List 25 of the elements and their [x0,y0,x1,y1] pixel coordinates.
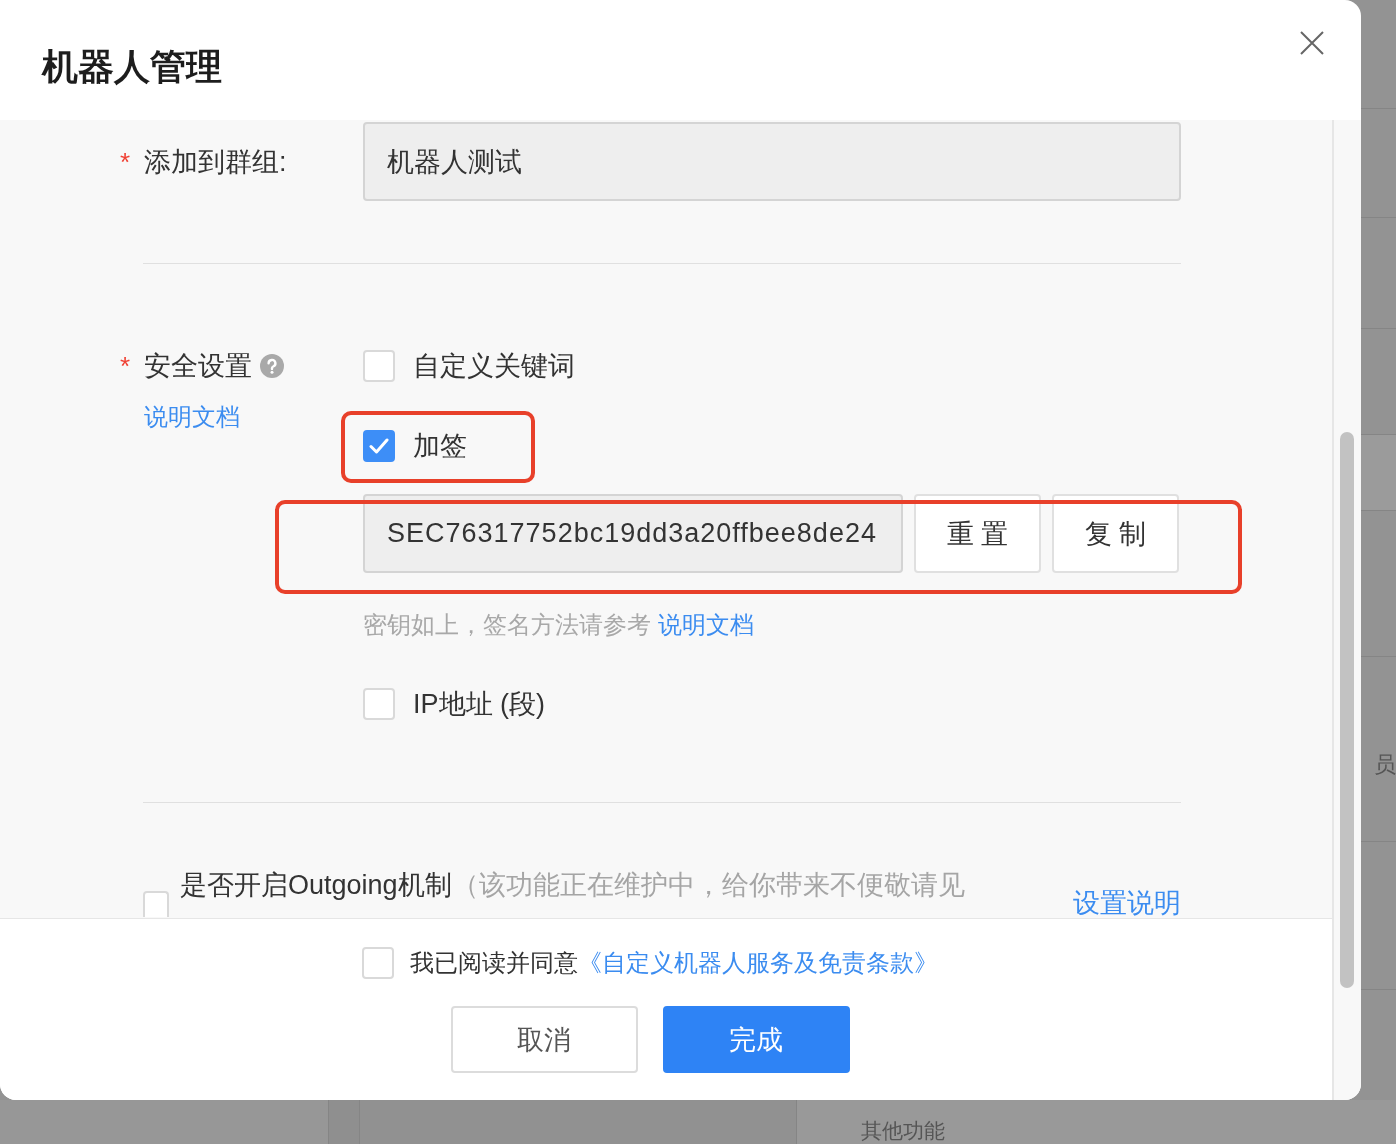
help-icon[interactable] [260,354,284,378]
secret-field[interactable]: SEC76317752bc19dd3a20ffbee8de24 [363,494,903,573]
background-text: 其他功能 [861,1119,945,1142]
required-mark: * [120,148,132,175]
close-icon[interactable] [1300,31,1324,55]
checkbox-label: IP地址 (段) [413,688,545,720]
maintenance-note: （该功能正在维护中，给你带来不便敬请见 [451,870,965,900]
group-field[interactable]: 机器人测试 [363,122,1181,201]
check-icon [369,438,389,454]
outgoing-label: 是否开启Outgoing机制 [180,870,452,900]
required-mark: * [120,353,132,379]
background-text: 员 [1373,751,1396,779]
field-label: 安全设置 [144,350,252,382]
checkbox-label: 自定义关键词 [413,350,575,382]
copy-button[interactable]: 复 制 [1052,494,1179,573]
scrollbar-thumb[interactable] [1340,432,1354,988]
dialog-title: 机器人管理 [42,46,222,88]
checkbox[interactable] [363,430,395,462]
cancel-button[interactable]: 取消 [450,1006,638,1073]
hint-text: 密钥如上，签名方法请参考 说明文档 [363,610,754,640]
confirm-button[interactable]: 完成 [662,1006,850,1073]
reset-button[interactable]: 重 置 [914,494,1041,573]
checkbox-label: 加签 [413,430,467,462]
field-label: 添加到群组: [144,145,287,178]
agreement-text: 我已阅读并同意《自定义机器人服务及免责条款》 [410,948,938,978]
